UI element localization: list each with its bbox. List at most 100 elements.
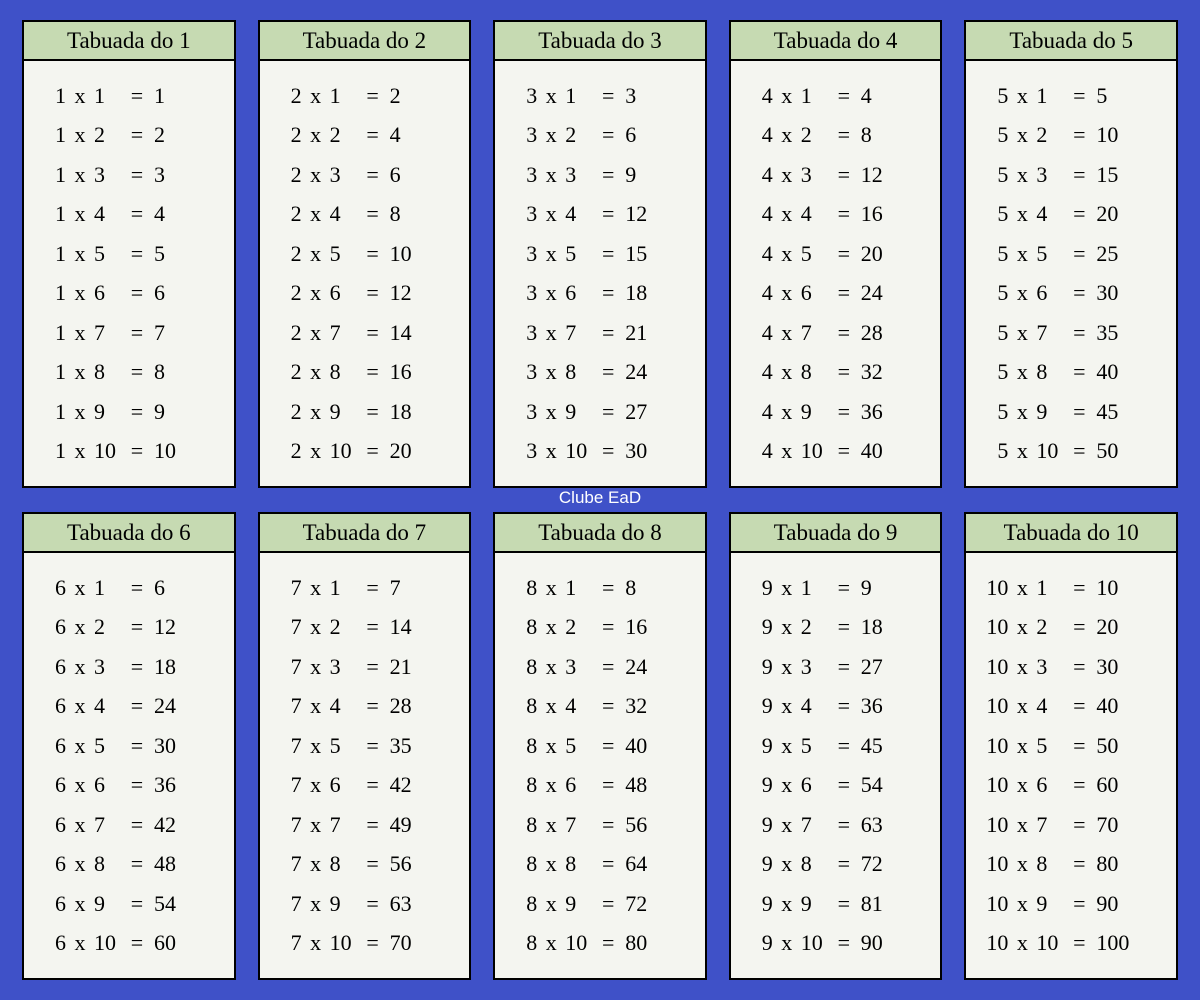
result: 40: [621, 735, 691, 757]
equals-symbol: =: [595, 243, 621, 265]
result: 20: [1092, 203, 1162, 225]
factor-b: 9: [94, 401, 124, 423]
times-symbol: x: [537, 85, 565, 107]
times-symbol: x: [1008, 361, 1036, 383]
factor-b: 2: [565, 124, 595, 146]
table-row: 10x8=80: [966, 853, 1176, 875]
result: 16: [386, 361, 456, 383]
table-row: 6x5=30: [24, 735, 234, 757]
equals-symbol: =: [1066, 577, 1092, 599]
factor-b: 3: [330, 164, 360, 186]
times-symbol: x: [537, 282, 565, 304]
factor-b: 4: [330, 203, 360, 225]
times-symbol: x: [1008, 735, 1036, 757]
table-row: 1x4=4: [24, 203, 234, 225]
factor-a: 2: [274, 322, 302, 344]
times-symbol: x: [302, 932, 330, 954]
table-row: 2x1=2: [260, 85, 470, 107]
result: 7: [150, 322, 220, 344]
equals-symbol: =: [124, 282, 150, 304]
factor-a: 7: [274, 695, 302, 717]
table-row: 4x7=28: [731, 322, 941, 344]
times-symbol: x: [773, 85, 801, 107]
equals-symbol: =: [595, 124, 621, 146]
result: 5: [150, 243, 220, 265]
times-symbol: x: [537, 853, 565, 875]
table-row: 5x5=25: [966, 243, 1176, 265]
result: 70: [1092, 814, 1162, 836]
table-body: 6x1=66x2=126x3=186x4=246x5=306x6=366x7=4…: [24, 553, 234, 978]
factor-a: 4: [745, 440, 773, 462]
factor-a: 8: [509, 774, 537, 796]
equals-symbol: =: [1066, 85, 1092, 107]
table-title: Tabuada do 1: [24, 22, 234, 61]
equals-symbol: =: [360, 85, 386, 107]
table-row: 2x10=20: [260, 440, 470, 462]
factor-b: 3: [330, 656, 360, 678]
table-row: 2x3=6: [260, 164, 470, 186]
times-symbol: x: [773, 616, 801, 638]
times-symbol: x: [537, 893, 565, 915]
result: 32: [857, 361, 927, 383]
factor-a: 3: [509, 440, 537, 462]
factor-a: 9: [745, 893, 773, 915]
factor-a: 10: [980, 616, 1008, 638]
equals-symbol: =: [124, 124, 150, 146]
factor-a: 7: [274, 814, 302, 836]
equals-symbol: =: [1066, 164, 1092, 186]
table-card-7: Tabuada do 77x1=77x2=147x3=217x4=287x5=3…: [258, 512, 472, 980]
result: 18: [386, 401, 456, 423]
equals-symbol: =: [1066, 322, 1092, 344]
times-symbol: x: [537, 577, 565, 599]
times-symbol: x: [537, 401, 565, 423]
factor-a: 3: [509, 164, 537, 186]
equals-symbol: =: [1066, 203, 1092, 225]
result: 50: [1092, 735, 1162, 757]
times-symbol: x: [302, 164, 330, 186]
equals-symbol: =: [1066, 814, 1092, 836]
table-row: 7x10=70: [260, 932, 470, 954]
result: 80: [621, 932, 691, 954]
factor-a: 5: [980, 203, 1008, 225]
factor-a: 1: [38, 124, 66, 146]
factor-a: 5: [980, 401, 1008, 423]
times-symbol: x: [302, 577, 330, 599]
table-row: 10x6=60: [966, 774, 1176, 796]
table-row: 9x2=18: [731, 616, 941, 638]
result: 48: [621, 774, 691, 796]
factor-a: 1: [38, 85, 66, 107]
times-symbol: x: [1008, 616, 1036, 638]
times-symbol: x: [537, 616, 565, 638]
equals-symbol: =: [831, 853, 857, 875]
factor-b: 10: [565, 932, 595, 954]
equals-symbol: =: [831, 243, 857, 265]
times-symbol: x: [302, 893, 330, 915]
equals-symbol: =: [360, 577, 386, 599]
equals-symbol: =: [124, 893, 150, 915]
factor-b: 5: [94, 243, 124, 265]
factor-a: 9: [745, 814, 773, 836]
factor-b: 4: [1036, 695, 1066, 717]
times-symbol: x: [302, 616, 330, 638]
factor-a: 10: [980, 932, 1008, 954]
factor-b: 8: [801, 361, 831, 383]
factor-a: 9: [745, 577, 773, 599]
times-symbol: x: [66, 616, 94, 638]
result: 42: [386, 774, 456, 796]
times-symbol: x: [1008, 814, 1036, 836]
table-title: Tabuada do 5: [966, 22, 1176, 61]
times-symbol: x: [66, 695, 94, 717]
equals-symbol: =: [360, 656, 386, 678]
equals-symbol: =: [595, 656, 621, 678]
factor-a: 2: [274, 282, 302, 304]
equals-symbol: =: [360, 401, 386, 423]
times-symbol: x: [537, 124, 565, 146]
factor-a: 2: [274, 440, 302, 462]
factor-a: 5: [980, 164, 1008, 186]
table-card-8: Tabuada do 88x1=88x2=168x3=248x4=328x5=4…: [493, 512, 707, 980]
result: 2: [150, 124, 220, 146]
factor-a: 6: [38, 577, 66, 599]
result: 12: [857, 164, 927, 186]
factor-a: 6: [38, 853, 66, 875]
factor-a: 5: [980, 243, 1008, 265]
